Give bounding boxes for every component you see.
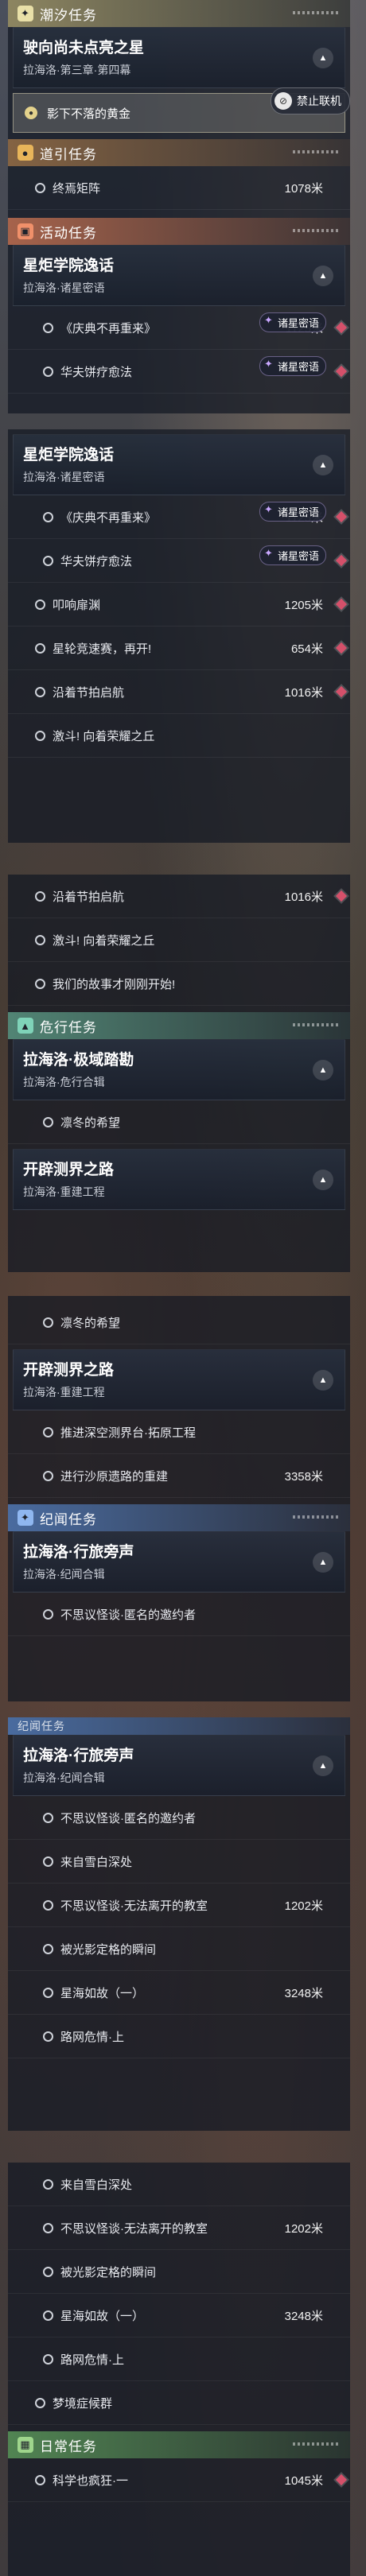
- chevron-up-icon[interactable]: ▲: [313, 1169, 333, 1190]
- plus-star-icon: ✦: [18, 6, 33, 21]
- chevron-up-icon[interactable]: ▲: [313, 1369, 333, 1391]
- category-era[interactable]: ✦ 纪闻任务: [8, 1504, 350, 1531]
- list-item[interactable]: 路网危情·上: [8, 2337, 350, 2381]
- list-item[interactable]: 《庆典不再重来》 1125米 诸星密语: [8, 495, 350, 539]
- diamond-marker-icon: [335, 365, 348, 378]
- screen-segment-6: 来自雪白深处 不思议怪谈·无法离开的教室 1202米 被光影定格的瞬间 星海如故…: [8, 2147, 350, 2576]
- chevron-up-icon[interactable]: ▲: [313, 1059, 333, 1080]
- quest-title: 驶向尚未点亮之星: [23, 40, 145, 56]
- track-pin-icon: ●: [25, 107, 37, 119]
- list-item[interactable]: 沿着节拍启航 1016米: [8, 670, 350, 714]
- category-era[interactable]: 纪闻任务: [8, 1717, 350, 1735]
- diamond-marker-icon: [335, 642, 348, 654]
- list-item[interactable]: 被光影定格的瞬间: [8, 1927, 350, 1971]
- list-item[interactable]: 梦境症候群: [8, 2381, 350, 2425]
- category-tide[interactable]: ✦ 潮汐任务: [8, 0, 350, 27]
- list-item[interactable]: 凛冬的希望: [8, 1301, 350, 1344]
- list-item[interactable]: 推进深空测界台·拓原工程: [8, 1410, 350, 1454]
- quest-panel: ✦ 潮汐任务 驶向尚未点亮之星 拉海洛·第三章·第四幕 ▲ ● 影下不落的黄金 …: [8, 0, 350, 413]
- screen-segment-4: 凛冬的希望 开辟测界之路 拉海洛·重建工程 ▲ 推进深空测界台·拓原工程 进行沙…: [8, 1288, 350, 1701]
- diamond-marker-icon: [335, 2473, 348, 2486]
- list-item[interactable]: 叩响扉渊 1205米: [8, 583, 350, 627]
- category-guide[interactable]: ● 道引任务: [8, 139, 350, 166]
- list-item[interactable]: 科学也疯狂·一 1045米: [8, 2458, 350, 2502]
- category-daily[interactable]: ▦ 日常任务: [8, 2431, 350, 2458]
- list-item[interactable]: 激斗! 向着荣耀之丘: [8, 918, 350, 962]
- diamond-marker-icon: [335, 510, 348, 523]
- no-coop-badge: ⊘ 禁止联机: [271, 87, 350, 114]
- list-item[interactable]: 不思议怪谈·无法离开的教室 1202米: [8, 2206, 350, 2250]
- step-label: 影下不落的黄金: [47, 107, 131, 121]
- decor-stripes: [293, 1515, 339, 1519]
- decor-stripes: [293, 150, 339, 153]
- chevron-up-icon[interactable]: ▲: [313, 1755, 333, 1776]
- list-item[interactable]: 来自雪白深处: [8, 2163, 350, 2206]
- decor-stripes: [293, 1023, 339, 1026]
- diamond-marker-icon: [335, 685, 348, 698]
- screen-segment-1: ✦ 潮汐任务 驶向尚未点亮之星 拉海洛·第三章·第四幕 ▲ ● 影下不落的黄金 …: [8, 0, 350, 413]
- list-item[interactable]: 《庆典不再重来》 1125米 诸星密语: [8, 306, 350, 350]
- screen-segment-3: 沿着节拍启航 1016米 激斗! 向着荣耀之丘 我们的故事才刚刚开始! ▲ 危行…: [8, 859, 350, 1272]
- list-item[interactable]: 沿着节拍启航 1016米: [8, 875, 350, 918]
- event-badge: 诸星密语: [259, 545, 326, 565]
- event-badge: 诸星密语: [259, 356, 326, 376]
- list-item[interactable]: 华夫饼疗愈法 诸星密语: [8, 539, 350, 583]
- list-item[interactable]: 被光影定格的瞬间: [8, 2250, 350, 2294]
- decor-stripes: [293, 2442, 339, 2446]
- quest-card[interactable]: 开辟测界之路 拉海洛·重建工程 ▲: [13, 1149, 345, 1210]
- category-label: 潮汐任务: [40, 7, 97, 23]
- list-item[interactable]: 我们的故事才刚刚开始!: [8, 962, 350, 1006]
- quest-card[interactable]: 星炬学院逸话 拉海洛·诸星密语 ▲: [13, 245, 345, 306]
- list-item[interactable]: 激斗! 向着荣耀之丘: [8, 714, 350, 758]
- chevron-up-icon[interactable]: ▲: [313, 47, 333, 68]
- event-badge: 诸星密语: [259, 502, 326, 522]
- list-item[interactable]: 路网危情·上: [8, 2015, 350, 2058]
- list-item[interactable]: 星海如故（一） 3248米: [8, 2294, 350, 2337]
- quest-card[interactable]: 驶向尚未点亮之星 拉海洛·第三章·第四幕 ▲: [13, 27, 345, 88]
- screen-segment-5: 纪闻任务 拉海洛·行旅旁声 拉海洛·纪闻合辑 ▲ 不思议怪谈·匿名的邀约者 来自…: [8, 1717, 350, 2131]
- calendar-icon: ▦: [18, 2437, 33, 2453]
- diamond-marker-icon: [335, 890, 348, 902]
- list-item[interactable]: 华夫饼疗愈法 诸星密语: [8, 350, 350, 394]
- location-pin-icon: ●: [18, 145, 33, 161]
- decor-stripes: [293, 229, 339, 232]
- quest-card[interactable]: 开辟测界之路 拉海洛·重建工程 ▲: [13, 1349, 345, 1410]
- quest-subtitle: 拉海洛·第三章·第四幕: [23, 64, 131, 76]
- quest-card[interactable]: 拉海洛·行旅旁声 拉海洛·纪闻合辑 ▲: [13, 1735, 345, 1796]
- event-badge: 诸星密语: [259, 312, 326, 332]
- flame-icon: ▲: [18, 1018, 33, 1034]
- diamond-marker-icon: [335, 598, 348, 611]
- list-item[interactable]: 星轮竞速赛，再开! 654米: [8, 627, 350, 670]
- list-item[interactable]: 终焉矩阵 1078米: [8, 166, 350, 210]
- quest-card[interactable]: 拉海洛·极域踏勘 拉海洛·危行合辑 ▲: [13, 1039, 345, 1100]
- ticket-icon: ▣: [18, 223, 33, 239]
- list-item[interactable]: 不思议怪谈·无法离开的教室 1202米: [8, 1884, 350, 1927]
- decor-stripes: [293, 11, 339, 14]
- diamond-marker-icon: [335, 554, 348, 567]
- chevron-up-icon[interactable]: ▲: [313, 1551, 333, 1573]
- list-item[interactable]: 凛冬的希望: [8, 1100, 350, 1144]
- sparkle-icon: ✦: [18, 1510, 33, 1526]
- screen-segment-2: 星炬学院逸话 拉海洛·诸星密语 ▲ 《庆典不再重来》 1125米 诸星密语 华夫…: [8, 429, 350, 843]
- list-item[interactable]: 不思议怪谈·匿名的邀约者: [8, 1796, 350, 1840]
- category-activity[interactable]: ▣ 活动任务: [8, 218, 350, 245]
- diamond-marker-icon: [335, 321, 348, 334]
- quest-card[interactable]: 拉海洛·行旅旁声 拉海洛·纪闻合辑 ▲: [13, 1531, 345, 1593]
- quest-card[interactable]: 星炬学院逸话 拉海洛·诸星密语 ▲: [13, 434, 345, 495]
- chevron-up-icon[interactable]: ▲: [313, 454, 333, 475]
- category-danger[interactable]: ▲ 危行任务: [8, 1012, 350, 1039]
- no-coop-icon: ⊘: [274, 92, 292, 110]
- list-item[interactable]: 进行沙原遗路的重建 3358米: [8, 1454, 350, 1498]
- list-item[interactable]: 不思议怪谈·匿名的邀约者: [8, 1593, 350, 1636]
- list-item[interactable]: 来自雪白深处: [8, 1840, 350, 1884]
- list-item[interactable]: 星海如故（一） 3248米: [8, 1971, 350, 2015]
- chevron-up-icon[interactable]: ▲: [313, 265, 333, 286]
